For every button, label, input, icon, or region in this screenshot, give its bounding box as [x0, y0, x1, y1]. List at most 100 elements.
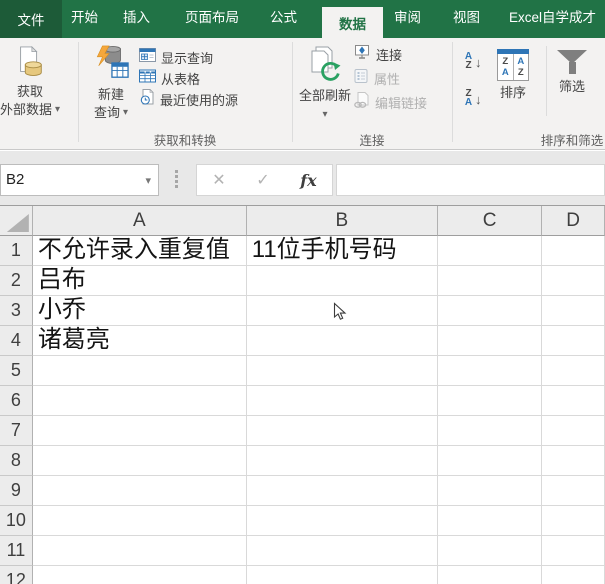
- cell-B12[interactable]: [247, 566, 438, 584]
- new-query-label-1: 新建: [98, 86, 124, 104]
- ribbon: 获取 外部数据 ▾ 新建 查询 ▾: [0, 38, 605, 150]
- column-header-D[interactable]: D: [542, 206, 605, 236]
- cell-D5[interactable]: [542, 356, 605, 386]
- cell-A2[interactable]: 吕布: [33, 266, 247, 296]
- cell-A1[interactable]: 不允许录入重复值: [33, 236, 247, 266]
- new-query-button[interactable]: 新建 查询 ▾: [84, 41, 138, 122]
- recent-sources-button[interactable]: 最近使用的源: [139, 88, 238, 110]
- cell-C1[interactable]: [438, 236, 542, 266]
- formula-input[interactable]: [336, 164, 605, 196]
- cell-A3[interactable]: 小乔: [33, 296, 247, 326]
- cell-B11[interactable]: [247, 536, 438, 566]
- from-table-button[interactable]: 从表格: [139, 67, 200, 89]
- cell-C5[interactable]: [438, 356, 542, 386]
- row-header-4[interactable]: 4: [0, 326, 33, 356]
- cell-A7[interactable]: [33, 416, 247, 446]
- new-query-label-2: 查询: [94, 104, 120, 122]
- row-header-5[interactable]: 5: [0, 356, 33, 386]
- tab-custom-addin[interactable]: Excel自学成才: [509, 0, 596, 38]
- cell-C2[interactable]: [438, 266, 542, 296]
- row-header-6[interactable]: 6: [0, 386, 33, 416]
- cell-D1[interactable]: [542, 236, 605, 266]
- new-query-icon: [92, 45, 130, 86]
- refresh-all-button[interactable]: 全部刷新 ▾: [293, 41, 357, 119]
- cell-C10[interactable]: [438, 506, 542, 536]
- cell-D8[interactable]: [542, 446, 605, 476]
- cell-A4[interactable]: 诸葛亮: [33, 326, 247, 356]
- column-header-A[interactable]: A: [33, 206, 247, 236]
- cell-B1[interactable]: 11位手机号码: [247, 236, 438, 266]
- row-header-8[interactable]: 8: [0, 446, 33, 476]
- row-header-12[interactable]: 12: [0, 566, 33, 584]
- filter-button[interactable]: 筛选: [549, 41, 595, 96]
- cell-B8[interactable]: [247, 446, 438, 476]
- cell-D3[interactable]: [542, 296, 605, 326]
- connections-button[interactable]: 连接: [353, 43, 402, 65]
- cell-A10[interactable]: [33, 506, 247, 536]
- cell-B5[interactable]: [247, 356, 438, 386]
- mouse-cursor: [333, 302, 347, 322]
- formula-buttons: ✕ ✓ fx: [196, 164, 333, 196]
- enter-icon[interactable]: ✓: [256, 170, 269, 190]
- name-box-dropdown-icon[interactable]: ▾: [145, 176, 151, 186]
- cell-D6[interactable]: [542, 386, 605, 416]
- excel-window: { "tab_bar": { "file_tab": "文件", "tabs":…: [0, 0, 605, 584]
- cell-D7[interactable]: [542, 416, 605, 446]
- column-header-B[interactable]: B: [247, 206, 438, 236]
- sort-asc-letter-bottom: Z: [463, 61, 474, 70]
- cell-A5[interactable]: [33, 356, 247, 386]
- cell-B9[interactable]: [247, 476, 438, 506]
- cell-B2[interactable]: [247, 266, 438, 296]
- cell-D9[interactable]: [542, 476, 605, 506]
- show-queries-button[interactable]: 显示查询: [139, 46, 213, 68]
- select-all-corner[interactable]: [0, 206, 33, 236]
- row-header-11[interactable]: 11: [0, 536, 33, 566]
- row-header-1[interactable]: 1: [0, 236, 33, 266]
- cell-D12[interactable]: [542, 566, 605, 584]
- cell-C8[interactable]: [438, 446, 542, 476]
- cell-D11[interactable]: [542, 536, 605, 566]
- cell-D10[interactable]: [542, 506, 605, 536]
- insert-function-icon[interactable]: fx: [300, 171, 316, 190]
- row-header-7[interactable]: 7: [0, 416, 33, 446]
- row-header-3[interactable]: 3: [0, 296, 33, 326]
- tab-insert[interactable]: 插入: [123, 0, 150, 38]
- cell-C11[interactable]: [438, 536, 542, 566]
- cell-B7[interactable]: [247, 416, 438, 446]
- column-header-C[interactable]: C: [438, 206, 542, 236]
- cell-D2[interactable]: [542, 266, 605, 296]
- tab-review[interactable]: 审阅: [394, 0, 421, 38]
- cancel-icon[interactable]: ✕: [212, 170, 225, 190]
- cell-C6[interactable]: [438, 386, 542, 416]
- group-divider: [452, 42, 453, 142]
- cell-B6[interactable]: [247, 386, 438, 416]
- cell-C7[interactable]: [438, 416, 542, 446]
- row-header-10[interactable]: 10: [0, 506, 33, 536]
- cell-A12[interactable]: [33, 566, 247, 584]
- row-header-2[interactable]: 2: [0, 266, 33, 296]
- cell-B10[interactable]: [247, 506, 438, 536]
- cell-D4[interactable]: [542, 326, 605, 356]
- cell-C9[interactable]: [438, 476, 542, 506]
- cell-A8[interactable]: [33, 446, 247, 476]
- cell-A6[interactable]: [33, 386, 247, 416]
- cell-C4[interactable]: [438, 326, 542, 356]
- cell-A11[interactable]: [33, 536, 247, 566]
- tab-formulas[interactable]: 公式: [270, 0, 297, 38]
- tab-view[interactable]: 视图: [453, 0, 480, 38]
- get-external-data-button[interactable]: 获取 外部数据 ▾: [0, 41, 69, 119]
- cell-C12[interactable]: [438, 566, 542, 584]
- cell-B4[interactable]: [247, 326, 438, 356]
- tab-data-selected[interactable]: 数据: [322, 7, 383, 38]
- sort-button[interactable]: Z A A Z 排序: [492, 41, 534, 102]
- grid-rows: 1不允许录入重复值11位手机号码 2吕布3小乔4诸葛亮56789101112: [0, 236, 605, 584]
- row-header-9[interactable]: 9: [0, 476, 33, 506]
- sort-ascending-button[interactable]: A Z ↓: [463, 52, 482, 70]
- tab-page-layout[interactable]: 页面布局: [185, 0, 239, 38]
- sort-descending-button[interactable]: Z A ↓: [463, 89, 482, 107]
- name-box[interactable]: B2 ▾: [0, 164, 159, 196]
- cell-A9[interactable]: [33, 476, 247, 506]
- tab-home[interactable]: 开始: [71, 0, 98, 38]
- cell-C3[interactable]: [438, 296, 542, 326]
- tab-file[interactable]: 文件: [0, 0, 62, 38]
